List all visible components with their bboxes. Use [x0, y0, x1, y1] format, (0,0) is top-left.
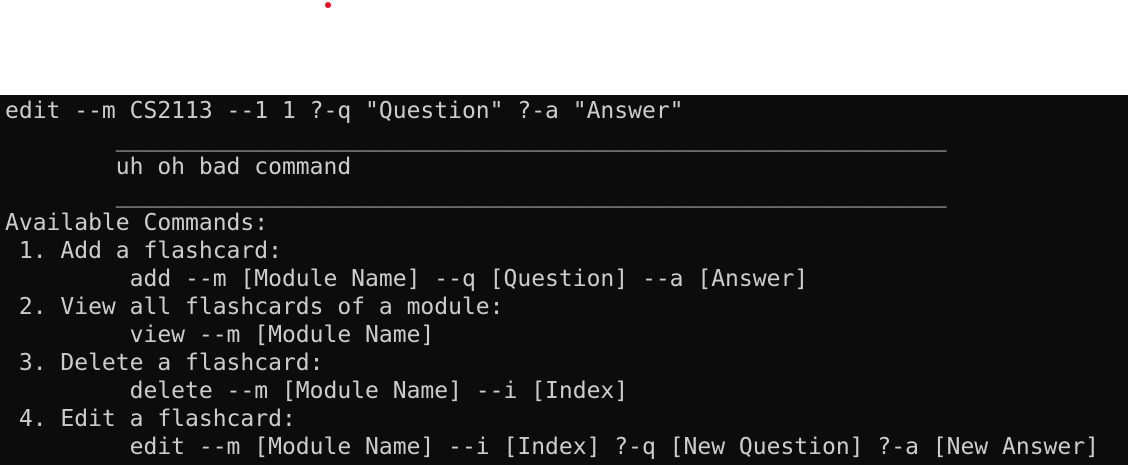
command-1-title: 1. Add a flashcard:	[5, 238, 282, 264]
error-message: uh oh bad command	[5, 154, 352, 180]
window-top-area	[0, 0, 1128, 95]
screen: edit --m CS2113 --1 1 ?-q "Question" ?-a…	[0, 0, 1128, 465]
command-4-usage: edit --m [Module Name] --i [Index] ?-q […	[5, 434, 1099, 460]
command-1-usage: add --m [Module Name] --q [Question] --a…	[5, 266, 809, 292]
separator-line: ________________________________________…	[5, 182, 947, 208]
terminal-output[interactable]: edit --m CS2113 --1 1 ?-q "Question" ?-a…	[0, 95, 1128, 465]
separator-line: ________________________________________…	[5, 126, 947, 152]
command-4-title: 4. Edit a flashcard:	[5, 406, 296, 432]
command-3-usage: delete --m [Module Name] --i [Index]	[5, 378, 629, 404]
command-2-title: 2. View all flashcards of a module:	[5, 294, 504, 320]
command-input-line: edit --m CS2113 --1 1 ?-q "Question" ?-a…	[5, 98, 684, 124]
available-commands-heading: Available Commands:	[5, 210, 269, 236]
command-3-title: 3. Delete a flashcard:	[5, 350, 324, 376]
command-2-usage: view --m [Module Name]	[5, 322, 435, 348]
red-dot-marker	[325, 2, 331, 8]
